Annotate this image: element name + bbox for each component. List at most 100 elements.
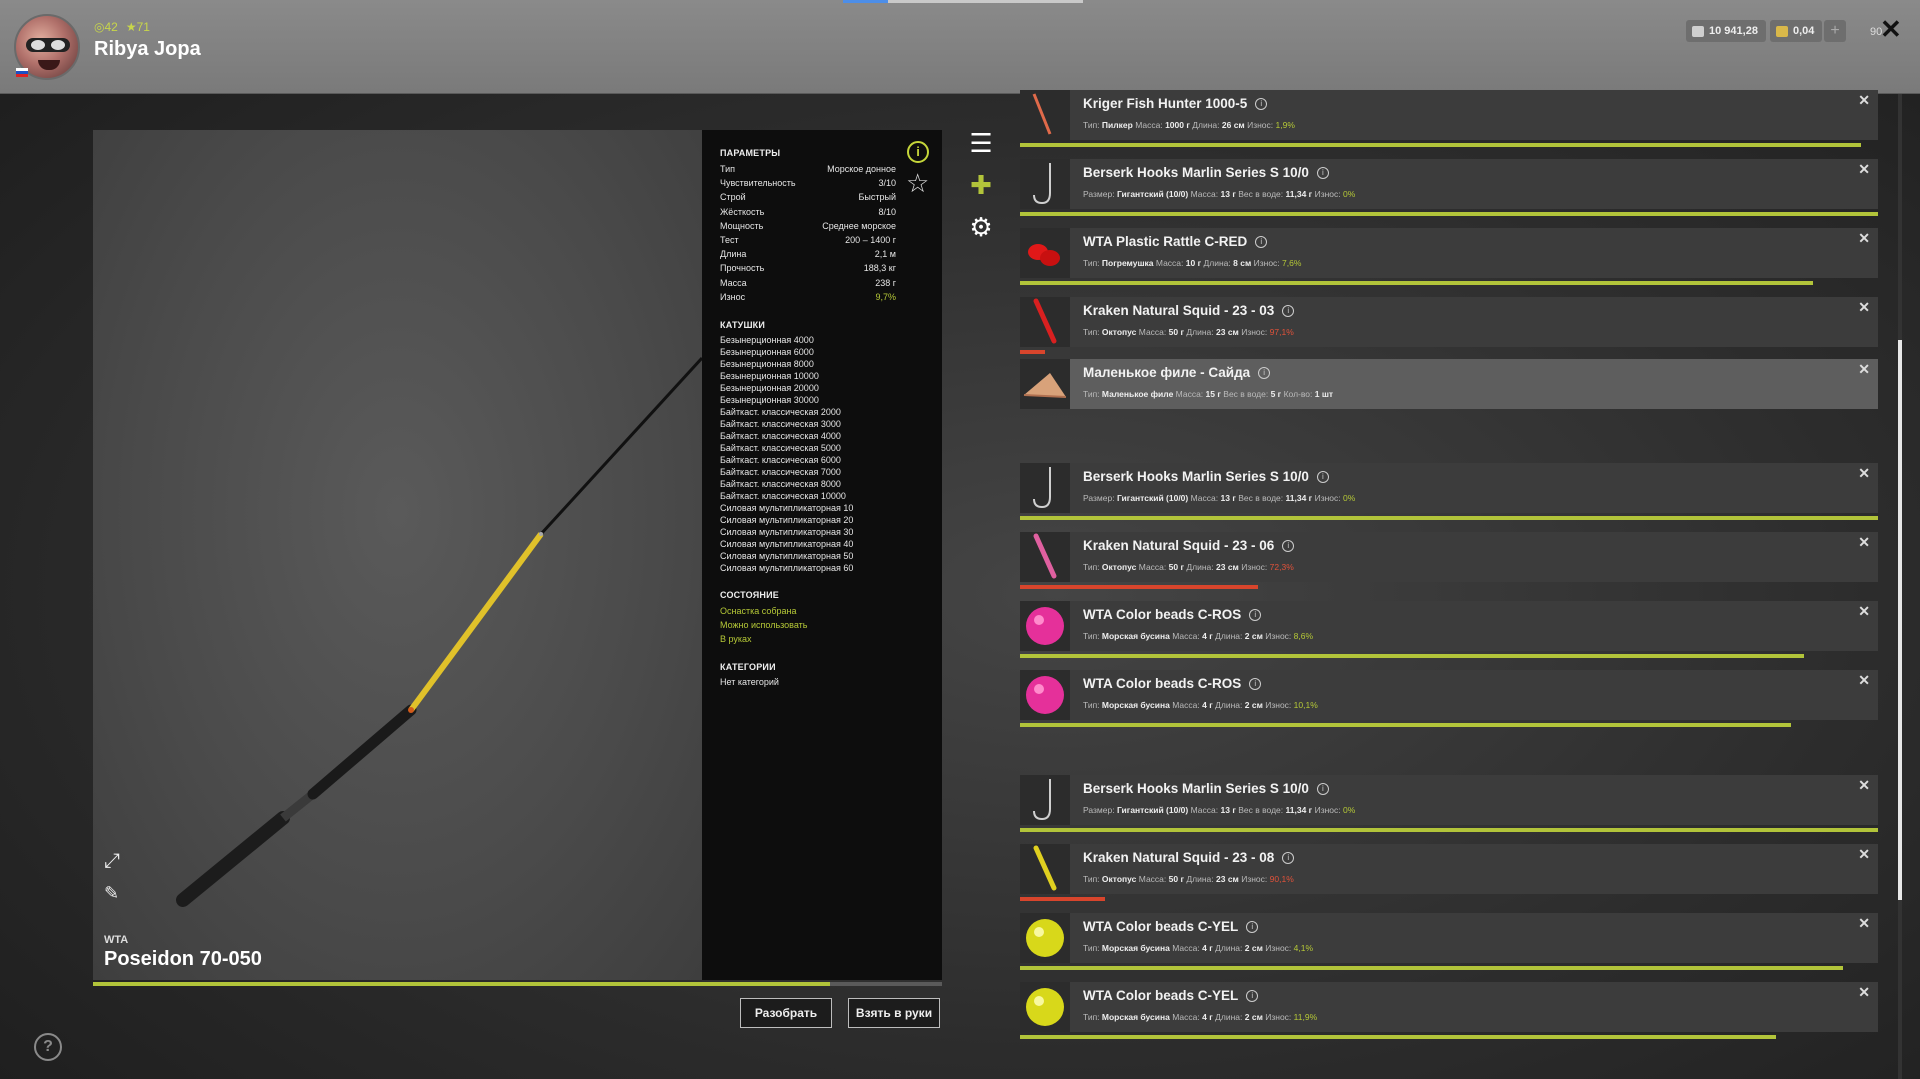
tackle-item[interactable]: WTA Color beads C-YEL i Тип: Морская бусин… <box>1020 982 1878 1039</box>
expand-icon[interactable]: ⤢ <box>104 850 126 872</box>
tackle-item[interactable]: Kraken Natural Squid - 23 - 06 i Тип: Окто… <box>1020 532 1878 589</box>
info-icon[interactable]: i <box>1249 678 1262 691</box>
loading-strip <box>843 0 1083 3</box>
state-heading: СОСТОЯНИЕ <box>720 590 779 601</box>
reel-item: Безынерционная 4000 <box>720 335 814 346</box>
tackle-name-text: Kraken Natural Squid - 23 - 08 <box>1083 850 1275 865</box>
detail-value: 23 см <box>1216 562 1239 572</box>
detail-value: Октопус <box>1101 562 1137 572</box>
tackle-details: Тип: Морская бусина Масса: 4 г Длина: 2 … <box>1083 1012 1317 1022</box>
scrollbar-thumb[interactable] <box>1898 340 1902 900</box>
info-icon[interactable]: i <box>1255 98 1268 111</box>
gear-icon[interactable]: ⚙ <box>966 212 996 242</box>
detail-value: 4 г <box>1202 631 1213 641</box>
detail-value: 1000 г <box>1165 120 1190 130</box>
take-in-hands-button[interactable]: Взять в руки <box>848 998 940 1028</box>
hook-icon <box>1020 463 1070 513</box>
wear-label: Износ: <box>1265 1012 1292 1022</box>
remove-icon[interactable]: ✕ <box>1858 361 1870 378</box>
wear-bar <box>1020 585 1258 589</box>
tackle-item[interactable]: WTA Plastic Rattle C-RED i Тип: Погремушка… <box>1020 228 1878 285</box>
info-icon[interactable]: i <box>1246 921 1259 934</box>
info-icon[interactable]: i <box>907 141 929 163</box>
wear-value: 10,1% <box>1293 700 1318 710</box>
tackle-item[interactable]: Berserk Hooks Marlin Series S 10/0 i Разме… <box>1020 463 1878 520</box>
detail-key: Длина: <box>1192 120 1220 130</box>
add-currency-button[interactable]: + <box>1824 20 1846 42</box>
tackle-item[interactable]: Berserk Hooks Marlin Series S 10/0 i Разме… <box>1020 775 1878 832</box>
info-icon[interactable]: i <box>1258 367 1271 380</box>
rod-wear-bar <box>93 982 942 986</box>
detail-key: Размер: <box>1083 805 1115 815</box>
info-icon[interactable]: i <box>1282 540 1295 553</box>
param-row: Чувствительность 3/10 <box>720 176 896 190</box>
tackle-item[interactable]: Kraken Natural Squid - 23 - 08 i Тип: Окто… <box>1020 844 1878 901</box>
gold-coin-icon <box>1776 25 1788 37</box>
tackle-item[interactable]: Berserk Hooks Marlin Series S 10/0 i Разме… <box>1020 159 1878 216</box>
info-icon[interactable]: i <box>1249 609 1262 622</box>
info-icon[interactable]: i <box>1316 783 1329 796</box>
wear-bar <box>1020 828 1878 832</box>
detail-key: Длина: <box>1215 943 1243 953</box>
detail-value: 1 шт <box>1314 389 1334 399</box>
reel-item: Байткаст. классическая 8000 <box>720 479 841 490</box>
remove-icon[interactable]: ✕ <box>1858 230 1870 247</box>
rod-viewer[interactable]: ⤢ ✎ WTA Poseidon 70-050 <box>93 130 702 980</box>
detail-key: Вес в воде: <box>1238 805 1284 815</box>
remove-icon[interactable]: ✕ <box>1858 777 1870 794</box>
wear-value: 8,6% <box>1293 631 1314 641</box>
wear-label: Износ: <box>1241 327 1268 337</box>
info-icon[interactable]: i <box>1282 305 1295 318</box>
remove-icon[interactable]: ✕ <box>1858 161 1870 178</box>
wear-label: Износ: <box>1314 493 1341 503</box>
remove-icon[interactable]: ✕ <box>1858 92 1870 109</box>
tackle-details: Размер: Гигантский (10/0) Масса: 13 г Ве… <box>1083 493 1355 503</box>
tackle-item[interactable]: WTA Color beads C-ROS i Тип: Морская бусин… <box>1020 670 1878 727</box>
info-icon[interactable]: i <box>1316 471 1329 484</box>
detail-value: Морская бусина <box>1101 1012 1170 1022</box>
detail-value: Морская бусина <box>1101 700 1170 710</box>
tackle-item[interactable]: Kraken Natural Squid - 23 - 03 i Тип: Окто… <box>1020 297 1878 354</box>
remove-icon[interactable]: ✕ <box>1858 534 1870 551</box>
detail-value: 2 см <box>1244 631 1263 641</box>
document-icon[interactable]: ☰ <box>966 128 996 158</box>
remove-icon[interactable]: ✕ <box>1858 603 1870 620</box>
tackle-name-text: WTA Plastic Rattle C-RED <box>1083 234 1248 249</box>
squid-yellow-icon <box>1020 844 1070 894</box>
info-icon[interactable]: i <box>1316 167 1329 180</box>
close-icon[interactable]: ✕ <box>1880 16 1902 42</box>
remove-icon[interactable]: ✕ <box>1858 915 1870 932</box>
info-icon[interactable]: i <box>1255 236 1268 249</box>
detail-key: Масса: <box>1172 700 1200 710</box>
help-icon[interactable]: ? <box>34 1033 62 1061</box>
detail-key: Тип: <box>1083 562 1100 572</box>
detail-value: 26 см <box>1221 120 1245 130</box>
tackle-item[interactable]: WTA Color beads C-YEL i Тип: Морская бусин… <box>1020 913 1878 970</box>
param-key: Жёсткость <box>720 206 765 217</box>
tackle-item[interactable]: WTA Color beads C-ROS i Тип: Морская бусин… <box>1020 601 1878 658</box>
reels-heading: КАТУШКИ <box>720 320 766 331</box>
detail-value: 13 г <box>1220 493 1236 503</box>
remove-icon[interactable]: ✕ <box>1858 465 1870 482</box>
state-item: Можно использовать <box>720 620 808 631</box>
info-icon[interactable]: i <box>1246 990 1259 1003</box>
disassemble-button[interactable]: Разобрать <box>740 998 832 1028</box>
info-icon[interactable]: i <box>1282 852 1295 865</box>
detail-value: 23 см <box>1216 874 1239 884</box>
favorite-star-icon[interactable]: ☆ <box>906 170 929 196</box>
puzzle-icon[interactable]: ✚ <box>966 170 996 200</box>
param-key: Мощность <box>720 220 764 231</box>
detail-key: Масса: <box>1172 943 1200 953</box>
tackle-item[interactable]: Маленькое филе - Сайда i Тип: Маленькое фи… <box>1020 359 1878 409</box>
player-level-row: ◎42 ★71 <box>94 20 150 34</box>
tackle-item[interactable]: Kriger Fish Hunter 1000-5 i Тип: Пилкер Ма… <box>1020 90 1878 147</box>
detail-value: 4 г <box>1202 943 1213 953</box>
remove-icon[interactable]: ✕ <box>1858 299 1870 316</box>
remove-icon[interactable]: ✕ <box>1858 672 1870 689</box>
param-value: 8/10 <box>878 206 896 217</box>
remove-icon[interactable]: ✕ <box>1858 984 1870 1001</box>
categories-value: Нет категорий <box>720 677 779 688</box>
detail-value: 15 г <box>1205 389 1221 399</box>
pencil-icon[interactable]: ✎ <box>104 882 126 904</box>
remove-icon[interactable]: ✕ <box>1858 846 1870 863</box>
